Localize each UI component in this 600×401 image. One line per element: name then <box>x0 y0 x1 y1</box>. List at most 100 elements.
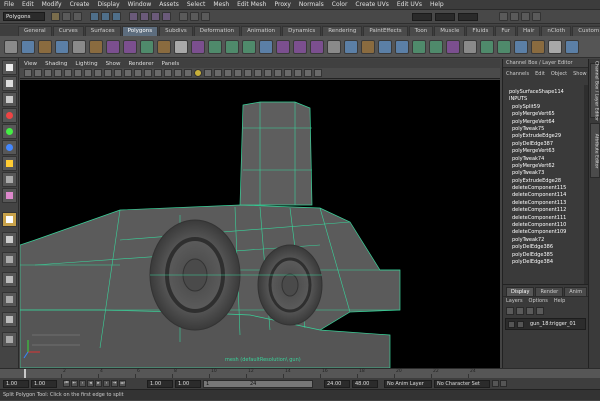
viewport-menu-show[interactable]: Show <box>106 61 121 67</box>
layer-tab-render[interactable]: Render <box>535 287 564 296</box>
input-node-polydeledge384[interactable]: polyDelEdge384 <box>503 259 589 266</box>
input-node-deletecomponent109[interactable]: deleteComponent109 <box>503 229 589 236</box>
menu-edit-uvs[interactable]: Edit UVs <box>397 1 422 8</box>
animation-start-field[interactable]: 1.00 <box>3 379 29 388</box>
camera-exposure-icon[interactable] <box>294 69 302 77</box>
grid-icon[interactable] <box>84 69 92 77</box>
poly-plane-icon[interactable] <box>72 39 86 54</box>
menu-normals[interactable]: Normals <box>299 1 324 8</box>
merge-vertices-icon[interactable] <box>514 39 528 54</box>
snap-curve-icon[interactable] <box>140 12 149 21</box>
menu-help[interactable]: Help <box>430 1 444 8</box>
single-perspective-layout-icon[interactable] <box>2 232 17 247</box>
move-layer-up-icon[interactable] <box>506 307 514 315</box>
image-plane-icon[interactable] <box>54 69 62 77</box>
separate-icon[interactable] <box>225 39 239 54</box>
layer-menu-help[interactable]: Help <box>554 298 565 304</box>
fill-hole-icon[interactable] <box>344 39 358 54</box>
menu-create[interactable]: Create <box>70 1 90 8</box>
xray-joints-icon[interactable] <box>274 69 282 77</box>
input-node-polydeledge386[interactable]: polyDelEdge386 <box>503 244 589 251</box>
wireframe-on-shaded-icon[interactable] <box>174 69 182 77</box>
input-node-deletecomponent113[interactable]: deleteComponent113 <box>503 200 589 207</box>
shape-node-label[interactable]: polySurfaceShape114 <box>503 89 589 96</box>
step-back-key-icon[interactable]: ⇤ <box>71 380 78 387</box>
input-node-polymergevert62[interactable]: polyMergeVert62 <box>503 163 589 170</box>
xray-components-icon[interactable] <box>284 69 292 77</box>
grease-pencil-icon[interactable] <box>74 69 82 77</box>
split-polygon-icon[interactable] <box>463 39 477 54</box>
playback-start-field[interactable]: 1.00 <box>31 379 57 388</box>
current-time-field[interactable]: 1.00 <box>147 379 173 388</box>
show-attribute-editor-icon[interactable] <box>510 12 519 21</box>
menu-set-select[interactable]: Polygons <box>3 12 45 21</box>
layer-tab-display[interactable]: Display <box>506 287 535 296</box>
append-polygon-icon[interactable] <box>446 39 460 54</box>
new-scene-icon[interactable] <box>51 12 60 21</box>
poly-torus-icon[interactable] <box>89 39 103 54</box>
shelf-tab-muscle[interactable]: Muscle <box>434 26 466 36</box>
select-camera-icon[interactable] <box>24 69 32 77</box>
character-set-select[interactable]: No Character Set <box>434 379 490 388</box>
menu-modify[interactable]: Modify <box>42 1 62 8</box>
menu-proxy[interactable]: Proxy <box>274 1 290 8</box>
layer-menu-options[interactable]: Options <box>529 298 548 304</box>
input-node-polyextrudeedge28[interactable]: polyExtrudeEdge28 <box>503 178 589 185</box>
shelf-tab-toon[interactable]: Toon <box>408 26 434 36</box>
smooth-shade-all-icon[interactable] <box>164 69 172 77</box>
resolution-gate-icon[interactable] <box>104 69 112 77</box>
gate-mask-icon[interactable] <box>114 69 122 77</box>
ipr-render-icon[interactable] <box>190 12 199 21</box>
safe-action-icon[interactable] <box>134 69 142 77</box>
rotate-tool-icon[interactable] <box>2 124 17 139</box>
step-forward-key-icon[interactable]: ⇥ <box>111 380 118 387</box>
render-frame-icon[interactable] <box>179 12 188 21</box>
input-node-polytweak74[interactable]: polyTweak74 <box>503 156 589 163</box>
four-view-layout-icon[interactable] <box>2 252 17 267</box>
select-by-component-icon[interactable] <box>112 12 121 21</box>
viewport-menu-lighting[interactable]: Lighting <box>75 61 97 67</box>
animation-end-field[interactable]: 48.00 <box>352 379 378 388</box>
input-node-polymergevert64[interactable]: polyMergeVert64 <box>503 119 589 126</box>
save-scene-icon[interactable] <box>73 12 82 21</box>
viewport-menu-renderer[interactable]: Renderer <box>128 61 153 67</box>
menu-window[interactable]: Window <box>128 1 152 8</box>
shelf-tab-ncloth[interactable]: nCloth <box>541 26 572 36</box>
poly-helix-icon[interactable] <box>157 39 171 54</box>
shelf-tab-subdivs[interactable]: Subdivs <box>159 26 193 36</box>
color-management-icon[interactable] <box>314 69 322 77</box>
channel-box-list[interactable]: polySurfaceShape114 INPUTS polySplit59 poly… <box>503 89 589 284</box>
poly-soccer-ball-icon[interactable] <box>174 39 188 54</box>
snap-point-icon[interactable] <box>151 12 160 21</box>
screen-space-ao-icon[interactable] <box>214 69 222 77</box>
viewport-menu-panels[interactable]: Panels <box>162 61 180 67</box>
shelf-tab-rendering[interactable]: Rendering <box>322 26 363 36</box>
transform-field-y[interactable] <box>435 12 455 21</box>
input-node-polymergevert63[interactable]: polyMergeVert63 <box>503 148 589 155</box>
input-node-polymergevert65[interactable]: polyMergeVert65 <box>503 111 589 118</box>
use-all-lights-icon[interactable] <box>194 69 202 77</box>
range-slider[interactable]: 1 24 <box>203 379 313 388</box>
input-node-polyextrudeedge29[interactable]: polyExtrudeEdge29 <box>503 133 589 140</box>
go-to-end-icon[interactable]: ⏭ <box>119 380 126 387</box>
poly-pyramid-icon[interactable] <box>123 39 137 54</box>
poly-platonic-icon[interactable] <box>191 39 205 54</box>
menu-mesh[interactable]: Mesh <box>213 1 229 8</box>
select-by-hierarchy-icon[interactable] <box>90 12 99 21</box>
range-start-field[interactable]: 1.00 <box>175 379 201 388</box>
anim-layer-select[interactable]: No Anim Layer <box>384 379 432 388</box>
current-tool-split-polygon-icon[interactable] <box>2 212 17 227</box>
channel-box-menu-show[interactable]: Show <box>573 71 587 77</box>
channel-box-menu-object[interactable]: Object <box>551 71 567 77</box>
shelf-tab-fur[interactable]: Fur <box>495 26 517 36</box>
create-empty-layer-icon[interactable] <box>526 307 534 315</box>
poly-cube-icon[interactable] <box>21 39 35 54</box>
shelf-tab-custom[interactable]: Custom <box>572 26 600 36</box>
persp-hypergraph-layout-icon[interactable] <box>2 312 17 327</box>
create-layer-from-selected-icon[interactable] <box>536 307 544 315</box>
show-channel-box-icon[interactable] <box>532 12 541 21</box>
render-settings-icon[interactable] <box>201 12 210 21</box>
shelf-tab-polygons[interactable]: Polygons <box>121 26 159 36</box>
menu-select[interactable]: Select <box>187 1 206 8</box>
select-by-object-icon[interactable] <box>101 12 110 21</box>
